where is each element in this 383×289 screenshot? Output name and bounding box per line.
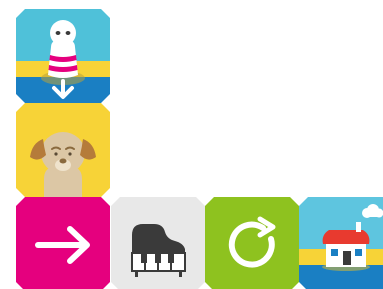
piano-icon [111, 197, 205, 289]
arrow-right-icon [16, 197, 110, 289]
house-icon [299, 197, 383, 289]
piano-block[interactable] [111, 197, 205, 289]
loop-icon [205, 197, 299, 289]
start-block[interactable] [16, 9, 110, 103]
dog-block[interactable] [16, 103, 110, 197]
repeat-block[interactable] [205, 197, 299, 289]
go-home-block[interactable] [299, 197, 383, 289]
dog-icon [16, 103, 110, 197]
program-canvas [0, 0, 383, 289]
character-start-icon [16, 9, 110, 103]
move-right-block[interactable] [16, 197, 110, 289]
